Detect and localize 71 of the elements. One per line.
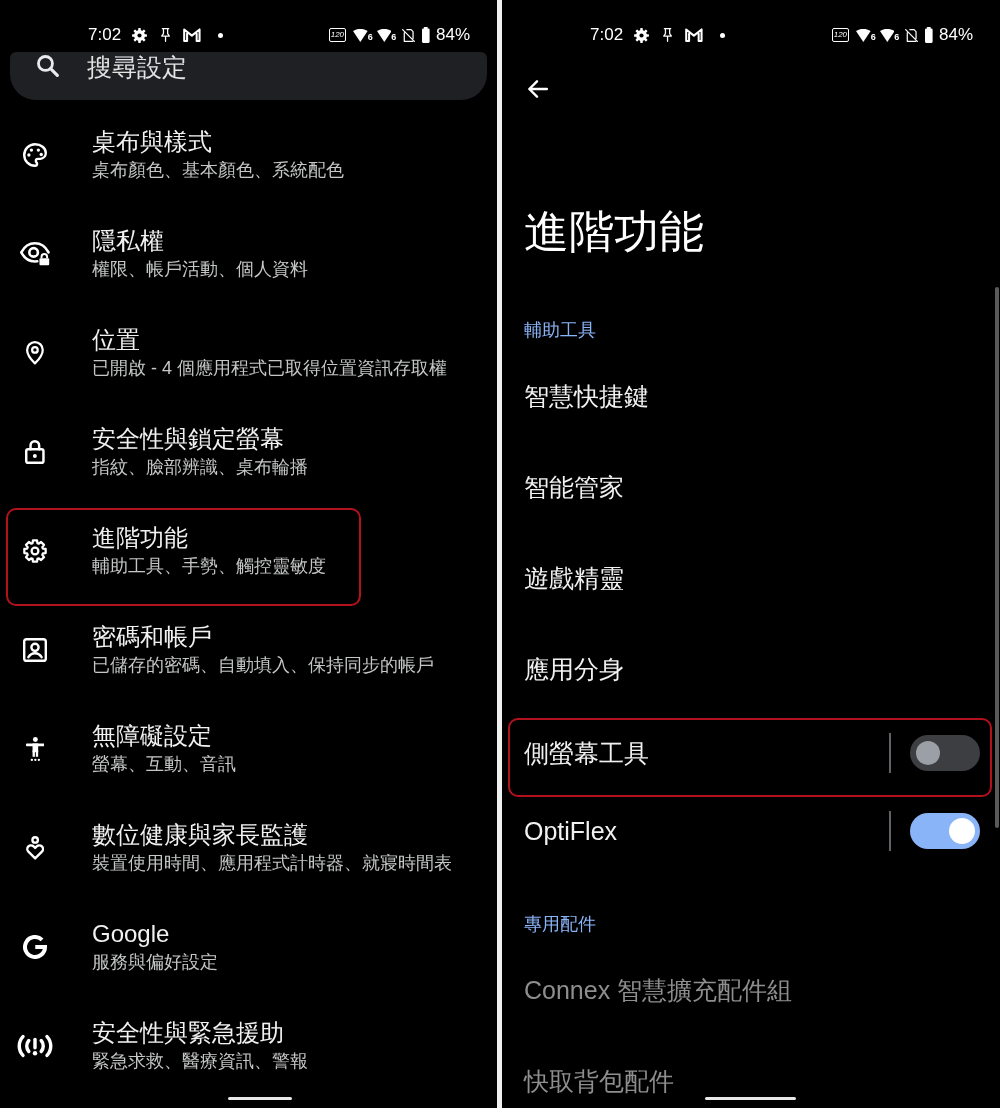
status-time: 7:02 [590,24,624,46]
setting-title[interactable]: Google [92,918,170,949]
location-pin-icon [26,340,44,365]
setting-summary: 指紋、臉部辨識、桌布輪播 [92,455,308,479]
setting-summary: 服務與偏好設定 [92,950,218,974]
wifi-icon [879,28,895,42]
dot-icon [719,32,725,38]
search-field[interactable]: 搜尋設定 [10,52,487,100]
person-heart-icon [25,835,45,860]
refresh-rate-indicator: 120 [328,28,347,42]
menu-item[interactable]: 遊戲精靈 [524,562,624,593]
gear-icon [132,27,148,43]
gear-icon [634,27,650,43]
accessibility-icon [25,736,45,761]
status-time: 7:02 [88,24,122,46]
wifi-generation-label: 6 [367,32,373,42]
setting-summary: 裝置使用時間、應用程式計時器、就寢時間表 [92,851,452,875]
setting-summary: 已儲存的密碼、自動填入、保持同步的帳戶 [92,653,434,677]
mail-icon [685,28,703,42]
battery-icon [422,27,430,43]
person-box-icon [23,637,47,662]
section-header: 輔助工具 [524,319,596,342]
wifi-generation-label: 6 [894,32,900,42]
settings-icon [23,538,47,563]
setting-title[interactable]: 安全性與緊急援助 [92,1017,284,1048]
setting-summary: 緊急求救、醫療資訊、警報 [92,1049,308,1073]
toggle-switch[interactable] [910,735,980,771]
refresh-rate-indicator: 120 [831,28,850,42]
switch-label: 側螢幕工具 [524,738,649,768]
setting-title[interactable]: 進階功能 [92,522,188,553]
wifi-icon [856,28,871,42]
alert-waves-icon [17,1033,53,1058]
palette-icon [23,142,47,167]
setting-title[interactable]: 安全性與鎖定螢幕 [92,423,284,454]
setting-summary: 已開啟 - 4 個應用程式已取得位置資訊存取權 [92,356,447,380]
g-letter-icon [23,934,47,959]
battery-percentage: 84% [938,24,973,46]
toggle-switch[interactable] [910,813,980,849]
section-header: 專用配件 [524,913,596,936]
no-sim-icon [402,28,416,42]
wifi-generation-label: 6 [870,32,876,42]
setting-title[interactable]: 桌布與樣式 [92,126,212,157]
page-title: 進階功能 [524,205,704,259]
setting-title[interactable]: 無障礙設定 [92,720,212,751]
battery-percentage: 84% [435,24,470,46]
mail-icon [183,28,201,42]
no-sim-icon [905,28,919,42]
search-icon [37,55,59,77]
setting-summary: 桌布顏色、基本顏色、系統配色 [92,158,344,182]
eye-lock-icon [20,241,50,266]
setting-summary: 權限、帳戶活動、個人資料 [92,257,308,281]
dot-icon [217,32,223,38]
setting-summary: 螢幕、互動、音訊 [92,752,236,776]
menu-item[interactable]: 智慧快捷鍵 [524,380,649,411]
pin-icon [161,28,171,42]
gesture-bar [228,1097,292,1100]
setting-title[interactable]: 密碼和帳戶 [92,621,212,652]
setting-title[interactable]: 隱私權 [92,225,164,256]
setting-summary: 輔助工具、手勢、觸控靈敏度 [92,554,326,578]
switch-label: OptiFlex [524,816,618,846]
pin-icon [663,28,673,42]
wifi-icon [376,28,392,42]
menu-item[interactable]: 智能管家 [524,471,624,502]
setting-title[interactable]: 數位健康與家長監護 [92,819,308,850]
battery-icon [925,27,933,43]
wifi-generation-label: 6 [391,32,397,42]
menu-item[interactable]: 應用分身 [524,653,624,684]
back-arrow-icon [527,80,549,98]
lock-icon [25,439,45,464]
setting-title[interactable]: 位置 [92,324,140,355]
wifi-icon [353,28,368,42]
